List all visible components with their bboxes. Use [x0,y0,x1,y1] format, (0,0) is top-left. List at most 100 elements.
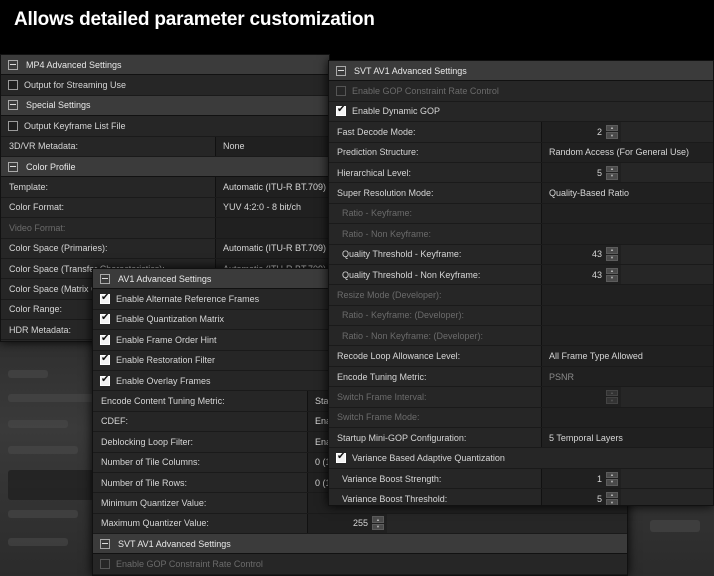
stepper-down-icon[interactable]: ▼ [606,479,618,486]
collapse-icon[interactable] [100,273,110,284]
template-select[interactable]: Automatic (ITU-R BT.709) [215,177,329,197]
mp4-advanced-header[interactable]: MP4 Advanced Settings [1,55,329,76]
primaries-row: Color Space (Primaries): Automatic (ITU-… [1,238,329,259]
gop-constraint-checkbox[interactable] [100,559,110,570]
tuning-metric-row: Encode Tuning Metric: PSNR [329,366,713,388]
dynamic-gop-checkbox[interactable] [336,104,346,117]
stepper-up-icon[interactable]: ▲ [606,267,618,275]
resize-key-field [541,305,713,326]
fast-decode-row: Fast Decode Mode: 2 ▲ ▼ [329,122,713,143]
qt-nonkey-field[interactable]: 43 ▲ ▼ [541,264,621,285]
stepper-up-icon[interactable]: ▲ [606,165,618,173]
stepper-down-icon[interactable]: ▼ [606,397,618,404]
banner-title: Allows detailed parameter customization [14,9,375,30]
gop-constraint-row[interactable]: Enable GOP Constraint Rate Control [329,81,713,102]
stepper-down-icon[interactable]: ▼ [606,499,618,505]
resize-nonkey-field [541,326,713,346]
color-profile-header[interactable]: Color Profile [1,156,329,178]
tuning-metric-select[interactable]: PSNR [541,366,713,387]
stepper-down-icon[interactable]: ▼ [372,523,384,531]
stepper-down-icon[interactable]: ▼ [606,173,618,180]
hierarchical-field[interactable]: 5 ▲ ▼ [541,162,621,183]
collapse-icon[interactable] [100,538,110,549]
hierarchical-row: Hierarchical Level: 5 ▲ ▼ [329,162,713,184]
stepper-up-icon[interactable]: ▲ [606,247,618,254]
overlay-checkbox[interactable] [100,374,110,386]
vb-strength-field[interactable]: 1 ▲ ▼ [541,468,621,489]
fast-decode-stepper[interactable]: ▲ ▼ [606,124,618,139]
ratio-nonkey-field [541,224,713,244]
banner: Allows detailed parameter customization [0,0,714,46]
frame-order-checkbox[interactable] [100,333,110,345]
svt-av1-settings-panel: SVT AV1 Advanced Settings Enable GOP Con… [328,60,714,506]
collapse-icon[interactable] [8,100,18,111]
qt-key-field[interactable]: 43 ▲ ▼ [541,244,621,264]
vb-strength-row: Variance Boost Strength: 1 ▲ ▼ [329,468,713,490]
collapse-icon[interactable] [336,65,346,76]
quant-matrix-checkbox[interactable] [100,312,110,325]
recode-select[interactable]: All Frame Type Allowed [541,346,713,366]
video-format-row: Video Format: [1,218,329,239]
av1-svt-header[interactable]: SVT AV1 Advanced Settings [93,534,627,555]
variance-aq-checkbox[interactable] [336,451,346,464]
minigop-row: Startup Mini-GOP Configuration: 5 Tempor… [329,428,713,449]
stepper-up-icon[interactable]: ▲ [606,471,618,478]
video-format-select [215,218,329,238]
dynamic-gop-row[interactable]: Enable Dynamic GOP [329,102,713,123]
max-quantizer-row: Maximum Quantizer Value: 255 ▲ ▼ [93,513,627,535]
output-streaming-row[interactable]: Output for Streaming Use [1,75,329,96]
color-format-row: Color Format: YUV 4:2:0 - 8 bit/ch [1,197,329,219]
prediction-row: Prediction Structure: Random Access (For… [329,142,713,163]
switch-mode-row: Switch Frame Mode: [329,407,713,429]
superres-select[interactable]: Quality-Based Ratio [541,183,713,203]
resize-key-row: Ratio - Keyframe: (Developer): [329,305,713,327]
primaries-select[interactable]: Automatic (ITU-R BT.709) [215,238,329,258]
alt-ref-checkbox[interactable] [100,292,110,305]
color-format-select[interactable]: YUV 4:2:0 - 8 bit/ch [215,197,329,218]
vr-metadata-row: 3D/VR Metadata: None [1,136,329,157]
vb-threshold-stepper[interactable]: ▲ ▼ [606,491,618,505]
vr-metadata-select[interactable]: None [215,136,329,156]
output-keyframe-row[interactable]: Output Keyframe List File [1,116,329,137]
gop-constraint-checkbox[interactable] [336,86,346,97]
resize-select [541,285,713,305]
max-quantizer-field[interactable]: 255 ▲ ▼ [307,513,387,534]
stepper-up-icon[interactable]: ▲ [372,516,384,523]
vb-threshold-field[interactable]: 5 ▲ ▼ [541,489,621,505]
resize-row: Resize Mode (Developer): [329,285,713,306]
stepper-down-icon[interactable]: ▼ [606,254,618,262]
output-keyframe-checkbox[interactable] [8,120,18,131]
switch-interval-field: ▲ ▼ [541,387,621,407]
collapse-icon[interactable] [8,59,18,70]
template-row: Template: Automatic (ITU-R BT.709) [1,177,329,198]
output-streaming-checkbox[interactable] [8,80,18,91]
qt-nonkey-row: Quality Threshold - Non Keyframe: 43 ▲ ▼ [329,264,713,286]
stepper-up-icon[interactable]: ▲ [606,124,618,132]
special-settings-header[interactable]: Special Settings [1,95,329,117]
qt-key-stepper[interactable]: ▲ ▼ [606,247,618,262]
qt-nonkey-stepper[interactable]: ▲ ▼ [606,267,618,282]
stepper-up-icon[interactable]: ▲ [606,389,618,397]
variance-aq-row[interactable]: Variance Based Adaptive Quantization [329,448,713,469]
restoration-checkbox[interactable] [100,353,110,366]
ratio-key-field [541,203,713,224]
ratio-key-row: Ratio - Keyframe: [329,203,713,225]
ratio-nonkey-row: Ratio - Non Keyframe: [329,224,713,245]
prediction-select[interactable]: Random Access (For General Use) [541,142,713,162]
resize-nonkey-row: Ratio - Non Keyframe: (Developer): [329,326,713,347]
switch-interval-stepper: ▲ ▼ [606,389,618,404]
av1-gop-constraint-row[interactable]: Enable GOP Constraint Rate Control [93,554,627,575]
svt-av1-header[interactable]: SVT AV1 Advanced Settings [329,61,713,82]
hierarchical-stepper[interactable]: ▲ ▼ [606,165,618,180]
max-quantizer-stepper[interactable]: ▲ ▼ [372,516,384,531]
stepper-down-icon[interactable]: ▼ [606,275,618,282]
switch-interval-row: Switch Frame Interval: ▲ ▼ [329,387,713,408]
vb-strength-stepper[interactable]: ▲ ▼ [606,471,618,486]
stepper-up-icon[interactable]: ▲ [606,491,618,499]
fast-decode-field[interactable]: 2 ▲ ▼ [541,122,621,142]
collapse-icon[interactable] [8,161,18,172]
superres-row: Super Resolution Mode: Quality-Based Rat… [329,183,713,204]
stepper-down-icon[interactable]: ▼ [606,132,618,139]
switch-mode-select [541,407,713,428]
minigop-select[interactable]: 5 Temporal Layers [541,428,713,448]
